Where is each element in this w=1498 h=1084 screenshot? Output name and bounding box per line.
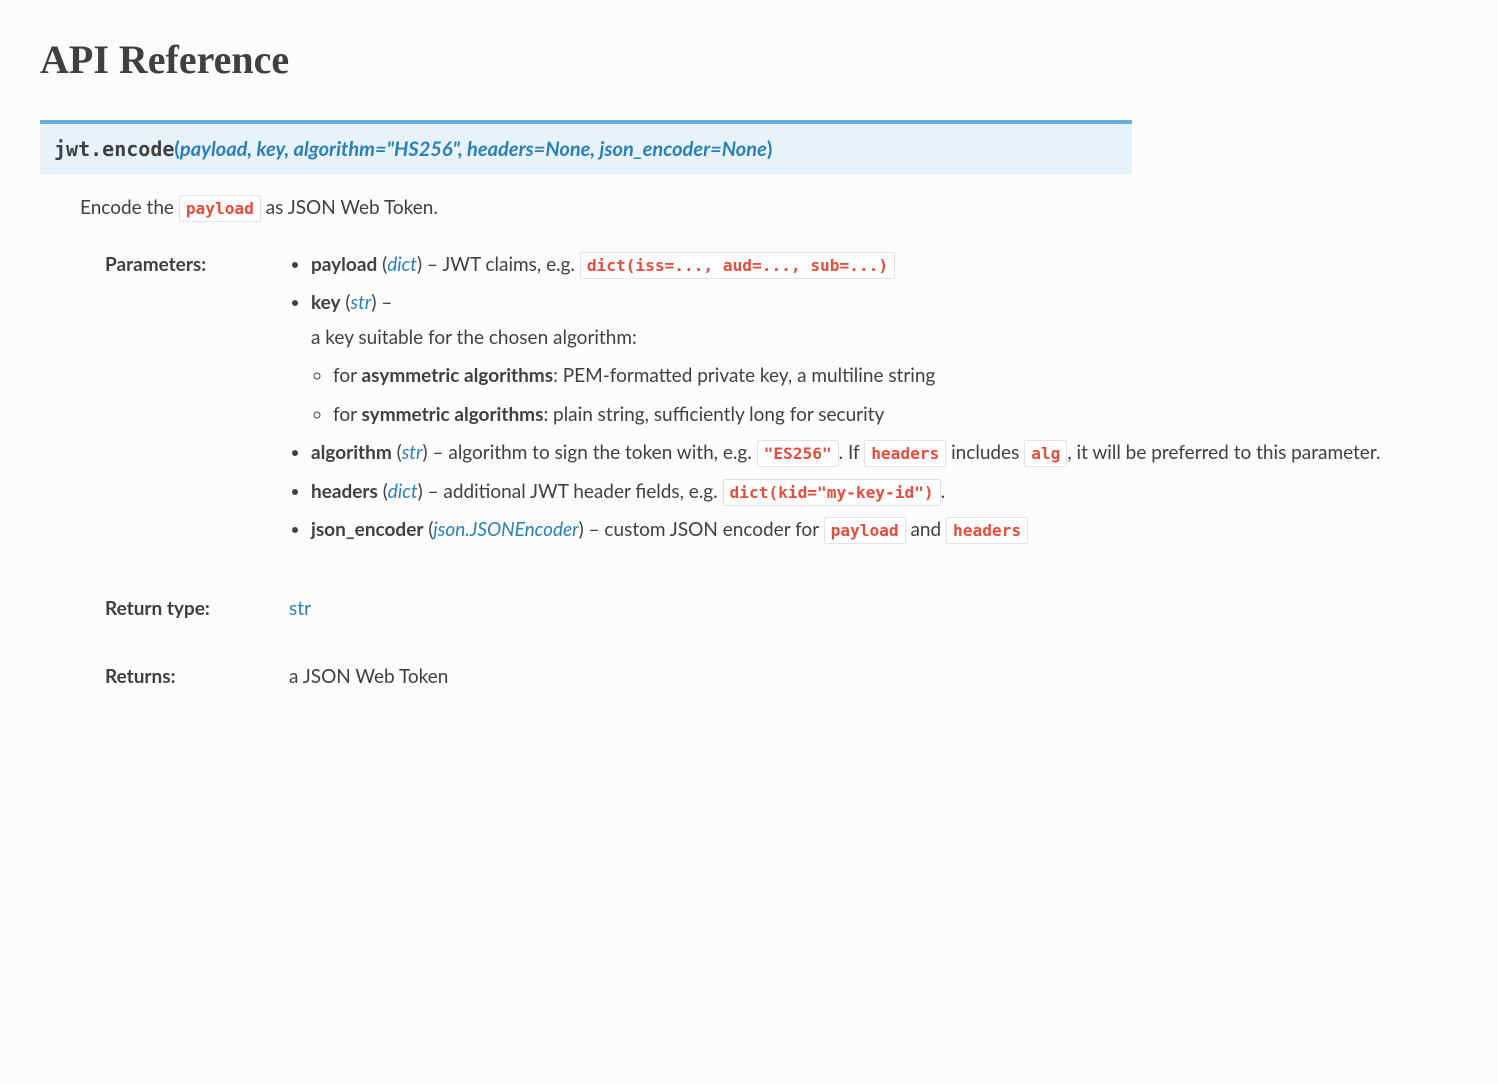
param-name-payload: payload xyxy=(311,253,377,276)
param-headers: headers (dict) – additional JWT header f… xyxy=(311,478,1458,507)
code-headers-example: dict(kid="my-key-id") xyxy=(723,479,941,506)
code-je-headers: headers xyxy=(946,517,1028,544)
type-link-dict-headers[interactable]: dict xyxy=(388,480,418,503)
code-je-payload: payload xyxy=(824,517,906,544)
sig-close-paren: ) xyxy=(767,137,773,161)
param-key-asym: for asymmetric algorithms: PEM-formatted… xyxy=(333,362,1458,391)
code-headers-ref: headers xyxy=(864,440,946,467)
param-name-json-encoder: json_encoder xyxy=(311,518,423,541)
param-alg-mid2: includes xyxy=(946,441,1024,464)
param-payload: payload (dict) – JWT claims, e.g. dict(i… xyxy=(311,251,1458,280)
param-key: key (str) – a key suitable for the chose… xyxy=(311,289,1458,429)
key-asym-pre: for xyxy=(333,364,362,387)
parameters-body: payload (dict) – JWT claims, e.g. dict(i… xyxy=(289,251,1458,555)
type-link-str-alg[interactable]: str xyxy=(402,441,423,464)
key-sym-post: : plain string, sufficiently long for se… xyxy=(543,403,884,426)
param-algorithm: algorithm (str) – algorithm to sign the … xyxy=(311,439,1458,468)
param-name-headers: headers xyxy=(311,480,378,503)
param-key-sym: for symmetric algorithms: plain string, … xyxy=(333,401,1458,430)
label-parameters: Parameters: xyxy=(105,251,265,555)
key-sym-label: symmetric algorithms xyxy=(362,403,544,426)
param-je-mid: and xyxy=(906,518,946,541)
type-link-str-key[interactable]: str xyxy=(351,291,372,314)
function-signature: jwt.encode(payload, key, algorithm="HS25… xyxy=(40,120,1132,174)
param-alg-mid1: . If xyxy=(839,441,865,464)
label-return-type: Return type: xyxy=(105,595,265,624)
desc-pre: Encode the xyxy=(80,196,179,219)
param-alg-post: , it will be preferred to this parameter… xyxy=(1067,441,1380,464)
sig-module: jwt. xyxy=(54,137,102,161)
param-headers-pre: – additional JWT header fields, e.g. xyxy=(423,480,723,503)
param-alg-pre: – algorithm to sign the token with, e.g. xyxy=(428,441,757,464)
sig-name: encode xyxy=(102,137,174,161)
param-name-key: key xyxy=(311,291,341,314)
code-payload-example: dict(iss=..., aud=..., sub=...) xyxy=(580,252,895,279)
param-name-algorithm: algorithm xyxy=(311,441,392,464)
key-asym-label: asymmetric algorithms xyxy=(362,364,554,387)
desc-post: as JSON Web Token. xyxy=(261,196,438,219)
param-json-encoder: json_encoder (json.JSONEncoder) – custom… xyxy=(311,516,1458,545)
sig-params: payload, key, algorithm="HS256", headers… xyxy=(180,137,767,161)
function-description: Encode the payload as JSON Web Token. xyxy=(80,194,1458,223)
returns-body: a JSON Web Token xyxy=(289,663,1458,692)
type-link-dict[interactable]: dict xyxy=(387,253,417,276)
label-returns: Returns: xyxy=(105,663,265,692)
page-title: API Reference xyxy=(40,30,1458,90)
param-headers-post: . xyxy=(941,480,945,503)
param-key-dash: – xyxy=(376,291,392,314)
key-sym-pre: for xyxy=(333,403,362,426)
param-je-pre: – custom JSON encoder for xyxy=(584,518,824,541)
code-alg-ref: alg xyxy=(1024,440,1067,467)
code-es256: "ES256" xyxy=(757,440,839,467)
return-type-link[interactable]: str xyxy=(289,597,311,620)
desc-code-payload: payload xyxy=(179,195,261,222)
param-key-intro: a key suitable for the chosen algorithm: xyxy=(311,324,1458,353)
key-asym-post: : PEM-formatted private key, a multiline… xyxy=(553,364,935,387)
return-type-body: str xyxy=(289,595,1458,624)
param-desc-payload-pre: – JWT claims, e.g. xyxy=(422,253,580,276)
type-link-jsonencoder[interactable]: json.JSONEncoder xyxy=(433,518,578,541)
